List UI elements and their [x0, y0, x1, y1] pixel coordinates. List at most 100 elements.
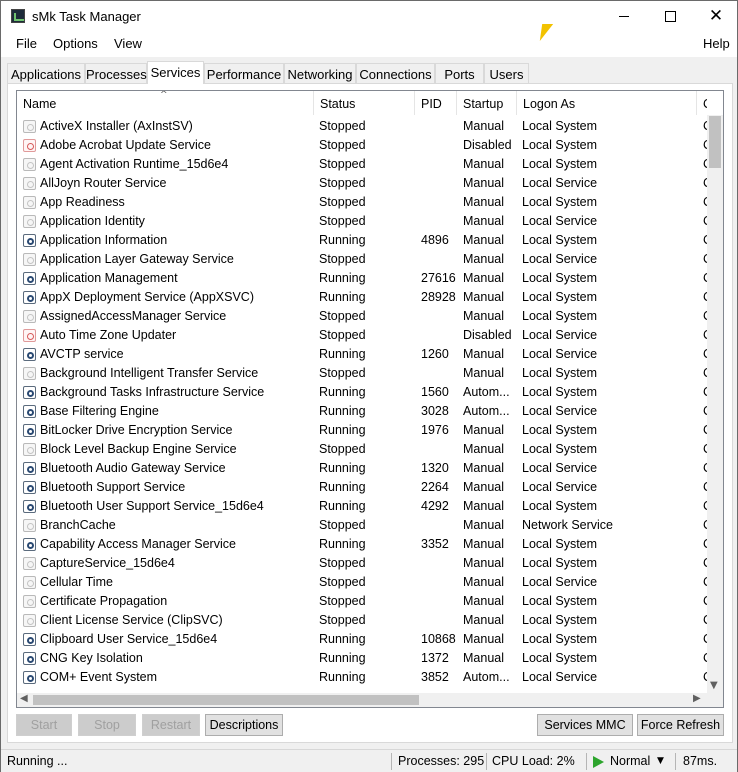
cell-logon: Local System	[522, 309, 598, 323]
horizontal-scrollbar[interactable]: ◀ ▶	[17, 693, 723, 707]
service-running-icon	[23, 633, 36, 646]
chevron-down-icon[interactable]: ▼	[657, 756, 664, 766]
tab-connections[interactable]: Connections	[356, 63, 435, 83]
table-row[interactable]: Application Information Running 4896 Manual…	[17, 231, 709, 250]
cell-startup: Manual	[463, 632, 504, 646]
close-button[interactable]: ✕	[693, 1, 738, 31]
tab-networking[interactable]: Networking	[284, 63, 356, 83]
table-row[interactable]: BranchCacheStoppedManualNetwork ServiceC	[17, 516, 709, 535]
table-row[interactable]: Application Layer Gateway Service Stopped…	[17, 250, 709, 269]
table-row[interactable]: ActiveX Installer (AxInstSV) Stopped Manua…	[17, 117, 709, 136]
tab-ports[interactable]: Ports	[435, 63, 484, 83]
cell-status: Stopped	[319, 157, 366, 171]
table-row[interactable]: Block Level Backup Engine Service Stopped…	[17, 440, 709, 459]
table-row[interactable]: Base Filtering Engine Running 3028 Autom...…	[17, 402, 709, 421]
table-row[interactable]: Agent Activation Runtime_15d6e4 Stopped Ma…	[17, 155, 709, 174]
start-button[interactable]: Start	[16, 714, 72, 736]
status-separator	[391, 753, 392, 770]
table-row[interactable]: AssignedAccessManager Service Stopped Manu…	[17, 307, 709, 326]
table-row[interactable]: AppX Deployment Service (AppXSVC) Running…	[17, 288, 709, 307]
table-row[interactable]: Bluetooth Support Service Running 2264 Manu…	[17, 478, 709, 497]
menu-options[interactable]: Options	[53, 36, 98, 51]
cell-logon: Local System	[522, 651, 598, 665]
play-icon[interactable]	[593, 756, 604, 768]
menu-help[interactable]: Help	[703, 36, 730, 51]
cell-status: Running	[319, 651, 366, 665]
horizontal-scroll-thumb[interactable]	[33, 695, 419, 705]
descriptions-button[interactable]: Descriptions	[205, 714, 283, 736]
table-row[interactable]: Background Tasks Infrastructure Service R…	[17, 383, 709, 402]
tab-users[interactable]: Users	[484, 63, 529, 83]
status-separator	[586, 753, 587, 770]
table-row[interactable]: Application Management Running 27616 Manual…	[17, 269, 709, 288]
cell-pid: 1372	[421, 651, 449, 665]
stop-button[interactable]: Stop	[78, 714, 136, 736]
priority-select[interactable]: Normal	[610, 754, 650, 768]
table-row[interactable]: Clipboard User Service_15d6e4 Running 1086…	[17, 630, 709, 649]
table-row[interactable]: COM+ Event System Running 3852 Autom... Loca…	[17, 668, 709, 687]
force-refresh-button[interactable]: Force Refresh	[637, 714, 724, 736]
tab-processes[interactable]: Processes	[85, 63, 147, 83]
services-list[interactable]: ^ Name Status PID Startup Logon As C Act…	[16, 90, 724, 708]
scroll-right-icon[interactable]: ▶	[693, 693, 701, 704]
column-header-name[interactable]: Name	[17, 91, 314, 115]
table-row[interactable]: Capability Access Manager Service Running…	[17, 535, 709, 554]
tab-performance[interactable]: Performance	[204, 63, 284, 83]
title-bar[interactable]: sMk Task Manager ✕	[1, 1, 737, 31]
column-header-logon[interactable]: Logon As	[517, 91, 697, 115]
cell-startup: Manual	[463, 480, 504, 494]
service-running-icon	[23, 272, 36, 285]
table-row[interactable]: Auto Time Zone Updater Stopped Disabled Loc…	[17, 326, 709, 345]
table-row[interactable]: Certificate Propagation Stopped Manual Loca…	[17, 592, 709, 611]
cell-name: Bluetooth Audio Gateway Service	[40, 461, 226, 475]
cell-name: Application Management	[40, 271, 178, 285]
service-running-icon	[23, 386, 36, 399]
column-header-status[interactable]: Status	[314, 91, 415, 115]
menu-view[interactable]: View	[114, 36, 142, 51]
tab-applications[interactable]: Applications	[7, 63, 85, 83]
restart-button[interactable]: Restart	[142, 714, 200, 736]
minimize-button[interactable]	[601, 1, 647, 31]
status-separator	[675, 753, 676, 770]
cell-name: Application Information	[40, 233, 168, 247]
cell-status: Stopped	[319, 195, 366, 209]
service-stopped-icon	[23, 310, 36, 323]
table-row[interactable]: BitLocker Drive Encryption Service Runnin…	[17, 421, 709, 440]
service-stopped-icon	[23, 120, 36, 133]
scroll-left-icon[interactable]: ◀	[20, 693, 28, 704]
cell-logon: Local System	[522, 195, 598, 209]
table-row[interactable]: Cellular TimeStoppedManualLocal ServiceC	[17, 573, 709, 592]
cell-logon: Local Service	[522, 252, 598, 266]
table-row[interactable]: Client License Service (ClipSVC) Stopped M…	[17, 611, 709, 630]
table-row[interactable]: Adobe Acrobat Update Service Stopped Disab…	[17, 136, 709, 155]
menu-file[interactable]: File	[16, 36, 37, 51]
table-row[interactable]: Application Identity Stopped Manual Local S…	[17, 212, 709, 231]
cell-status: Running	[319, 537, 366, 551]
table-row[interactable]: AVCTP service Running 1260 Manual Local Serv…	[17, 345, 709, 364]
table-row[interactable]: App ReadinessStoppedManualLocal SystemC	[17, 193, 709, 212]
list-rows: ActiveX Installer (AxInstSV) Stopped Manua…	[17, 117, 709, 687]
column-header-startup[interactable]: Startup	[457, 91, 517, 115]
service-stopped-icon	[23, 158, 36, 171]
services-mmc-button[interactable]: Services MMC	[537, 714, 633, 736]
service-running-icon	[23, 462, 36, 475]
table-row[interactable]: CNG Key Isolation Running 1372 Manual Local …	[17, 649, 709, 668]
cell-logon: Local System	[522, 119, 598, 133]
service-running-icon	[23, 234, 36, 247]
cell-startup: Manual	[463, 575, 504, 589]
service-running-icon	[23, 652, 36, 665]
table-row[interactable]: CaptureService_15d6e4 Stopped Manual Local …	[17, 554, 709, 573]
app-icon	[11, 9, 25, 23]
tab-services[interactable]: Services	[147, 61, 204, 84]
status-separator	[486, 753, 487, 770]
table-row[interactable]: Bluetooth Audio Gateway Service Running 13…	[17, 459, 709, 478]
column-header-pid[interactable]: PID	[415, 91, 457, 115]
column-header-extra[interactable]: C	[697, 91, 707, 115]
table-row[interactable]: Bluetooth User Support Service_15d6e4 Run…	[17, 497, 709, 516]
vertical-scrollbar[interactable]: ▼	[707, 115, 723, 693]
scroll-down-icon[interactable]: ▼	[710, 680, 718, 691]
table-row[interactable]: AllJoyn Router Service Stopped Manual Local…	[17, 174, 709, 193]
vertical-scroll-thumb[interactable]	[709, 116, 721, 168]
table-row[interactable]: Background Intelligent Transfer Service S…	[17, 364, 709, 383]
maximize-button[interactable]	[647, 1, 693, 31]
